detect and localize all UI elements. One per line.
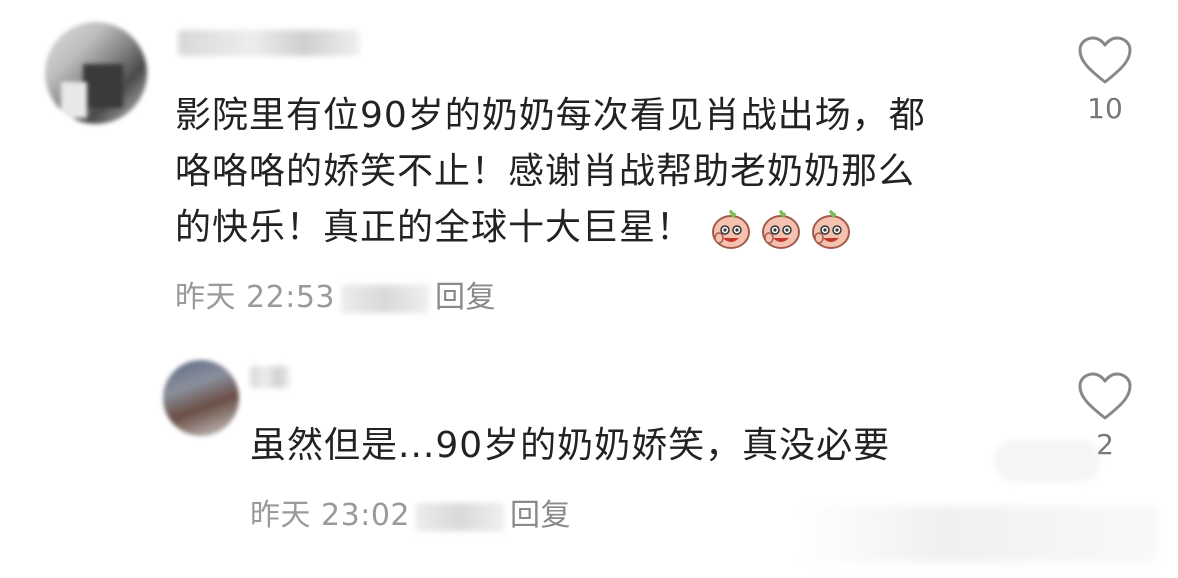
username-blurred[interactable] — [250, 366, 290, 388]
username-blurred[interactable] — [178, 30, 360, 56]
comment-text-line: 影院里有位90岁的奶奶每次看见肖战出场，都 — [175, 95, 926, 136]
avatar[interactable] — [163, 360, 239, 436]
comment-time: 昨天 22:53 — [175, 280, 335, 315]
comment-meta: 昨天 22:53 回复 — [175, 272, 496, 316]
comment-text-line: 的快乐！真正的全球十大巨星！ — [175, 200, 1035, 257]
location-blurred — [341, 284, 429, 313]
heart-outline-icon — [1078, 372, 1132, 420]
reply-time: 昨天 23:02 — [250, 498, 410, 533]
reply-meta: 昨天 23:02 回复 — [250, 490, 571, 534]
comment-text-fragment: 的快乐！真正的全球十大巨星！ — [175, 207, 694, 248]
peach-laugh-emoji — [809, 206, 853, 250]
like-count: 10 — [1087, 92, 1123, 125]
reply-button[interactable]: 回复 — [435, 280, 496, 315]
peach-laugh-emoji — [709, 206, 753, 250]
avatar[interactable] — [45, 22, 147, 124]
comment-text-line: 咯咯咯的娇笑不止！感谢肖战帮助老奶奶那么 — [175, 151, 916, 192]
heart-outline-icon — [1078, 36, 1132, 84]
emoji-row — [709, 201, 859, 257]
like-button[interactable]: 10 — [1072, 36, 1138, 125]
reply-button[interactable]: 回复 — [510, 498, 571, 533]
watermark — [798, 506, 1158, 562]
reply-text: 虽然但是...90岁的奶奶娇笑，真没必要 — [250, 425, 891, 466]
watermark-badge — [994, 440, 1100, 482]
location-blurred — [416, 502, 504, 531]
comment-text: 影院里有位90岁的奶奶每次看见肖战出场，都 咯咯咯的娇笑不止！感谢肖战帮助老奶奶… — [175, 88, 1035, 257]
peach-laugh-emoji — [759, 206, 803, 250]
